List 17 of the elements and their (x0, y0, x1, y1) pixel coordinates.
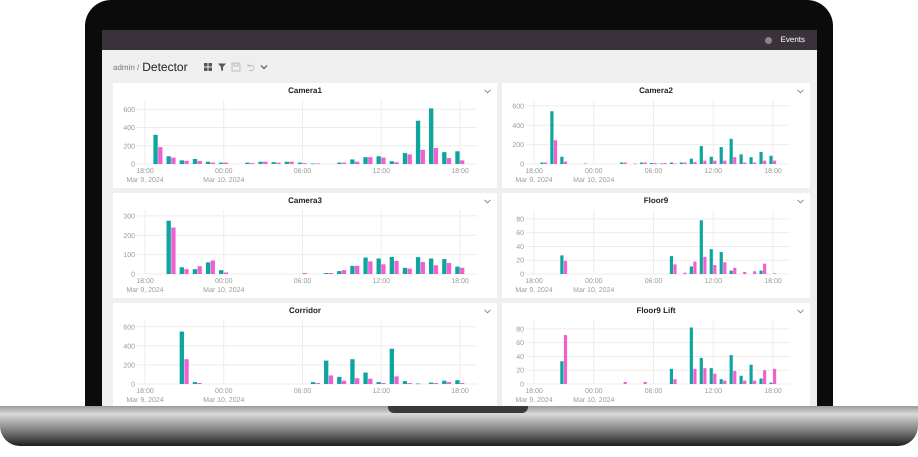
chevron-down-icon[interactable] (797, 309, 804, 314)
filter-icon[interactable] (216, 62, 227, 72)
chart-title: Camera2 (639, 85, 673, 97)
chevron-down-icon[interactable] (797, 199, 804, 204)
chevron-down-icon[interactable] (484, 89, 491, 94)
chart-title: Camera3 (288, 195, 322, 207)
events-link[interactable]: Events (780, 34, 805, 46)
chevron-down-icon[interactable] (797, 89, 804, 94)
chart-title: Camera1 (288, 85, 322, 97)
grid-icon[interactable] (202, 62, 213, 72)
chevron-down-icon[interactable] (484, 199, 491, 204)
breadcrumb-link[interactable]: admin / (113, 62, 140, 74)
chart-title: Floor9 (644, 195, 668, 207)
chart-title: Corridor (289, 305, 321, 317)
chart-title: Floor9 Lift (636, 305, 676, 317)
page-title: Detector (142, 58, 188, 76)
chevron-down-icon[interactable] (484, 309, 491, 314)
